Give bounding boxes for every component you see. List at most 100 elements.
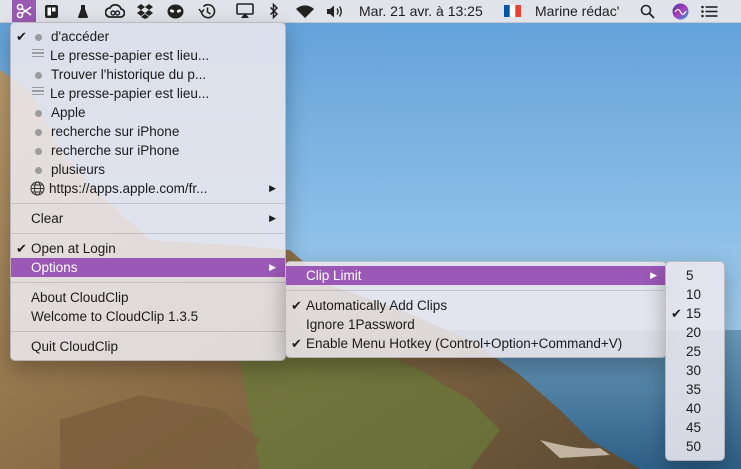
clip-text: recherche sur iPhone bbox=[51, 143, 180, 158]
menu-bar: Mar. 21 avr. à 13:25 Marine rédac' bbox=[0, 0, 741, 23]
clip-item[interactable]: ✔ d'accéder bbox=[11, 27, 285, 46]
checkmark-icon: ✔ bbox=[16, 29, 27, 44]
bookmark-app-icon[interactable] bbox=[42, 2, 60, 20]
about-label: About CloudClip bbox=[31, 290, 129, 305]
clip-limit-value: 35 bbox=[686, 382, 702, 397]
clip-limit-value: 5 bbox=[686, 268, 694, 283]
open-at-login-label: Open at Login bbox=[31, 241, 116, 256]
menu-separator bbox=[11, 233, 285, 234]
clip-limit-label: Clip Limit bbox=[306, 268, 362, 283]
clip-text: recherche sur iPhone bbox=[51, 124, 180, 139]
submenu-arrow-icon: ▶ bbox=[650, 270, 657, 280]
menu-separator bbox=[286, 290, 666, 291]
clip-limit-value: 20 bbox=[686, 325, 702, 340]
submenu-arrow-icon: ▶ bbox=[269, 262, 276, 272]
clip-item[interactable]: Trouver l'historique du p... bbox=[11, 65, 285, 84]
clip-limit-option[interactable]: 20 bbox=[666, 323, 724, 342]
airplay-icon[interactable] bbox=[235, 2, 255, 20]
bullet-dot-icon bbox=[35, 72, 42, 79]
clip-item[interactable]: Le presse-papier est lieu... bbox=[11, 46, 285, 65]
enable-hotkey-menu-item[interactable]: ✔ Enable Menu Hotkey (Control+Option+Com… bbox=[286, 334, 666, 353]
clip-limit-option[interactable]: 10 bbox=[666, 285, 724, 304]
submenu-arrow-icon: ▶ bbox=[269, 213, 276, 223]
bluetooth-icon[interactable] bbox=[268, 2, 280, 20]
auto-add-clips-label: Automatically Add Clips bbox=[306, 298, 448, 313]
clip-text: Apple bbox=[51, 105, 86, 120]
clip-limit-option[interactable]: 30 bbox=[666, 361, 724, 380]
ignore-1password-label: Ignore 1Password bbox=[306, 317, 415, 332]
spotlight-search-icon[interactable] bbox=[638, 2, 656, 20]
recent-clips-list: ✔ d'accéder Le presse-papier est lieu... Tr… bbox=[11, 27, 285, 198]
open-at-login-menu-item[interactable]: ✔ Open at Login bbox=[11, 239, 285, 258]
clip-item[interactable]: Le presse-papier est lieu... bbox=[11, 84, 285, 103]
clip-limit-option[interactable]: 35 bbox=[666, 380, 724, 399]
clip-limit-option[interactable]: 40 bbox=[666, 399, 724, 418]
options-label: Options bbox=[31, 260, 78, 275]
alien-icon[interactable] bbox=[166, 2, 184, 20]
clip-limit-value: 10 bbox=[686, 287, 702, 302]
clip-limit-value: 50 bbox=[686, 439, 702, 454]
flask-icon[interactable] bbox=[76, 2, 90, 20]
clip-limit-option[interactable]: 50 bbox=[666, 437, 724, 456]
clip-limit-menu-item[interactable]: Clip Limit ▶ bbox=[286, 266, 666, 285]
clip-text: plusieurs bbox=[51, 162, 106, 177]
clip-limit-value: 45 bbox=[686, 420, 702, 435]
ignore-1password-menu-item[interactable]: Ignore 1Password bbox=[286, 315, 666, 334]
checkmark-icon: ✔ bbox=[16, 241, 27, 256]
time-machine-icon[interactable] bbox=[197, 2, 217, 20]
menu-separator bbox=[11, 203, 285, 204]
menubar-clock[interactable]: Mar. 21 avr. à 13:25 bbox=[359, 3, 483, 19]
quit-menu-item[interactable]: Quit CloudClip bbox=[11, 337, 285, 356]
clear-menu-item[interactable]: Clear ▶ bbox=[11, 209, 285, 228]
clip-item[interactable]: Apple bbox=[11, 103, 285, 122]
menu-separator bbox=[11, 282, 285, 283]
clip-text: https://apps.apple.com/fr... bbox=[49, 181, 208, 196]
clip-limit-value: 25 bbox=[686, 344, 702, 359]
clip-item[interactable]: recherche sur iPhone bbox=[11, 141, 285, 160]
clip-item[interactable]: plusieurs bbox=[11, 160, 285, 179]
clip-limit-option[interactable]: ✔ 15 bbox=[666, 304, 724, 323]
volume-icon[interactable] bbox=[325, 2, 345, 20]
siri-icon[interactable] bbox=[671, 2, 689, 20]
clip-text: Le presse-papier est lieu... bbox=[50, 86, 210, 101]
menubar-user-name[interactable]: Marine rédac' bbox=[535, 3, 619, 19]
options-menu-item[interactable]: Options ▶ bbox=[11, 258, 285, 277]
checkmark-icon: ✔ bbox=[671, 306, 682, 321]
wifi-icon[interactable] bbox=[294, 2, 316, 20]
clip-limit-submenu: 5 10 ✔ 15 20 25 30 35 40 45 50 bbox=[665, 261, 725, 461]
clip-text: Le presse-papier est lieu... bbox=[50, 48, 210, 63]
checkmark-icon: ✔ bbox=[291, 336, 302, 351]
clip-limit-option[interactable]: 45 bbox=[666, 418, 724, 437]
french-flag-icon[interactable] bbox=[503, 2, 521, 20]
bullet-dot-icon bbox=[35, 34, 42, 41]
globe-icon bbox=[30, 181, 45, 201]
clip-text: d'accéder bbox=[51, 29, 110, 44]
clip-item[interactable]: recherche sur iPhone bbox=[11, 122, 285, 141]
quit-label: Quit CloudClip bbox=[31, 339, 119, 354]
clip-limit-value: 40 bbox=[686, 401, 702, 416]
bullet-dot-icon bbox=[35, 129, 42, 136]
clip-item[interactable]: https://apps.apple.com/fr... ▶ bbox=[11, 179, 285, 198]
clip-limit-option[interactable]: 5 bbox=[666, 266, 724, 285]
clip-text: Trouver l'historique du p... bbox=[51, 67, 207, 82]
enable-hotkey-label: Enable Menu Hotkey (Control+Option+Comma… bbox=[306, 336, 623, 351]
submenu-arrow-icon: ▶ bbox=[269, 183, 276, 193]
auto-add-clips-menu-item[interactable]: ✔ Automatically Add Clips bbox=[286, 296, 666, 315]
cloudclip-scissors-icon[interactable] bbox=[12, 0, 36, 22]
clip-limit-option[interactable]: 25 bbox=[666, 342, 724, 361]
dropbox-icon[interactable] bbox=[135, 2, 155, 20]
control-list-icon[interactable] bbox=[700, 2, 718, 20]
checkmark-icon: ✔ bbox=[291, 298, 302, 313]
bullet-dot-icon bbox=[35, 148, 42, 155]
welcome-menu-item[interactable]: Welcome to CloudClip 1.3.5 bbox=[11, 307, 285, 326]
welcome-label: Welcome to CloudClip 1.3.5 bbox=[31, 309, 199, 324]
text-lines-icon bbox=[32, 85, 44, 98]
creative-cloud-icon[interactable] bbox=[104, 2, 126, 20]
bullet-dot-icon bbox=[35, 110, 42, 117]
about-menu-item[interactable]: About CloudClip bbox=[11, 288, 285, 307]
options-submenu: Clip Limit ▶ ✔ Automatically Add Clips I… bbox=[285, 261, 667, 358]
bullet-dot-icon bbox=[35, 167, 42, 174]
clear-label: Clear bbox=[31, 211, 64, 226]
menu-separator bbox=[11, 331, 285, 332]
text-lines-icon bbox=[32, 47, 44, 60]
